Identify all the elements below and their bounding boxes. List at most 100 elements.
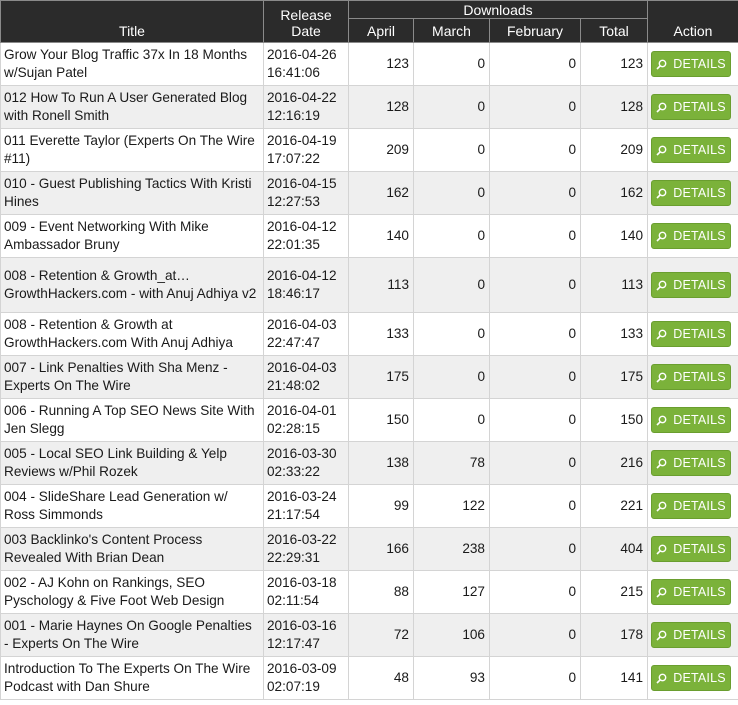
details-button[interactable]: DETAILS [651, 622, 732, 648]
action-cell: DETAILS [647, 570, 738, 614]
table-row: 002 - AJ Kohn on Rankings, SEO Pyscholog… [0, 570, 738, 614]
details-button[interactable]: DETAILS [651, 450, 732, 476]
release-time: 12:27:53 [267, 194, 320, 209]
episode-title: 008 - Retention & Growth_at… GrowthHacke… [0, 257, 264, 313]
release-time: 02:33:22 [267, 464, 320, 479]
details-button[interactable]: DETAILS [651, 665, 732, 691]
release-time: 22:01:35 [267, 237, 320, 252]
release-date-cell: 2016-03-09 02:07:19 [263, 656, 349, 700]
march-downloads: 106 [413, 613, 490, 657]
table-row: 001 - Marie Haynes On Google Penalties -… [0, 613, 738, 657]
details-button[interactable]: DETAILS [651, 579, 732, 605]
february-downloads: 0 [489, 398, 581, 442]
action-cell: DETAILS [647, 257, 738, 313]
details-button[interactable]: DETAILS [651, 364, 732, 390]
episode-title: 004 - SlideShare Lead Generation w/ Ross… [0, 484, 264, 528]
downloads-table: Title Release Date Downloads Action Apri… [0, 0, 738, 700]
episode-title: 006 - Running A Top SEO News Site With J… [0, 398, 264, 442]
episode-title: Introduction To The Experts On The Wire … [0, 656, 264, 700]
march-downloads: 0 [413, 42, 490, 86]
february-downloads: 0 [489, 42, 581, 86]
title-header: Title [0, 0, 264, 43]
action-cell: DETAILS [647, 656, 738, 700]
details-button-label: DETAILS [673, 143, 726, 157]
release-date: 2016-03-18 [267, 575, 337, 590]
release-date: 2016-04-03 [267, 360, 337, 375]
details-button-label: DETAILS [673, 671, 726, 685]
details-button[interactable]: DETAILS [651, 180, 732, 206]
details-button[interactable]: DETAILS [651, 272, 732, 298]
march-downloads: 78 [413, 441, 490, 485]
details-button[interactable]: DETAILS [651, 94, 732, 120]
total-downloads: 215 [579, 570, 649, 614]
release-time: 02:07:19 [267, 679, 320, 694]
april-downloads: 138 [348, 441, 414, 485]
search-icon [656, 544, 667, 555]
episode-title: 009 - Event Networking With Mike Ambassa… [0, 214, 264, 258]
table-row: 007 - Link Penalties With Sha Menz - Exp… [0, 355, 738, 399]
release-date: 2016-04-22 [267, 90, 337, 105]
details-button-label: DETAILS [673, 100, 726, 114]
april-downloads: 128 [348, 85, 414, 129]
march-downloads: 122 [413, 484, 490, 528]
details-button-label: DETAILS [673, 542, 726, 556]
action-cell: DETAILS [647, 42, 738, 86]
table-row: 011 Everette Taylor (Experts On The Wire… [0, 128, 738, 172]
table-row: 010 - Guest Publishing Tactics With Kris… [0, 171, 738, 215]
march-downloads: 0 [413, 257, 490, 313]
details-button-label: DETAILS [673, 327, 726, 341]
table-row: Introduction To The Experts On The Wire … [0, 656, 738, 700]
search-icon [656, 59, 667, 70]
details-button-label: DETAILS [673, 499, 726, 513]
search-icon [656, 458, 667, 469]
details-button-label: DETAILS [673, 628, 726, 642]
table-row: 003 Backlinko's Content Process Revealed… [0, 527, 738, 571]
february-downloads: 0 [489, 214, 581, 258]
details-button[interactable]: DETAILS [651, 51, 732, 77]
april-downloads: 72 [348, 613, 414, 657]
details-button-label: DETAILS [673, 186, 726, 200]
action-cell: DETAILS [647, 484, 738, 528]
total-downloads: 162 [579, 171, 649, 215]
details-button-label: DETAILS [673, 278, 726, 292]
february-downloads: 0 [489, 85, 581, 129]
total-downloads: 128 [579, 85, 649, 129]
april-downloads: 175 [348, 355, 414, 399]
details-button-label: DETAILS [673, 585, 726, 599]
february-downloads: 0 [489, 656, 581, 700]
details-button[interactable]: DETAILS [651, 321, 732, 347]
episode-title: 003 Backlinko's Content Process Revealed… [0, 527, 264, 571]
release-date: 2016-03-16 [267, 618, 337, 633]
february-downloads: 0 [489, 441, 581, 485]
episode-title: 001 - Marie Haynes On Google Penalties -… [0, 613, 264, 657]
details-button[interactable]: DETAILS [651, 223, 732, 249]
action-cell: DETAILS [647, 355, 738, 399]
release-date-cell: 2016-03-18 02:11:54 [263, 570, 349, 614]
details-button[interactable]: DETAILS [651, 407, 732, 433]
release-date-cell: 2016-03-30 02:33:22 [263, 441, 349, 485]
april-downloads: 123 [348, 42, 414, 86]
release-date-cell: 2016-04-01 02:28:15 [263, 398, 349, 442]
total-downloads: 123 [579, 42, 649, 86]
table-row: 008 - Retention & Growth_at… GrowthHacke… [0, 257, 738, 313]
march-downloads: 0 [413, 398, 490, 442]
table-row: Grow Your Blog Traffic 37x In 18 Months … [0, 42, 738, 86]
search-icon [656, 587, 667, 598]
details-button[interactable]: DETAILS [651, 137, 732, 163]
release-date: 2016-04-01 [267, 403, 337, 418]
release-date: 2016-03-30 [267, 446, 337, 461]
march-header: March [413, 18, 490, 43]
action-cell: DETAILS [647, 312, 738, 356]
april-downloads: 99 [348, 484, 414, 528]
total-downloads: 175 [579, 355, 649, 399]
february-downloads: 0 [489, 570, 581, 614]
details-button[interactable]: DETAILS [651, 536, 732, 562]
release-date-cell: 2016-04-22 12:16:19 [263, 85, 349, 129]
header-row-top: Title Release Date Downloads Action [0, 0, 738, 43]
details-button[interactable]: DETAILS [651, 493, 732, 519]
total-downloads: 221 [579, 484, 649, 528]
february-downloads: 0 [489, 257, 581, 313]
episode-title: 005 - Local SEO Link Building & Yelp Rev… [0, 441, 264, 485]
action-cell: DETAILS [647, 214, 738, 258]
episode-title: 008 - Retention & Growth at GrowthHacker… [0, 312, 264, 356]
